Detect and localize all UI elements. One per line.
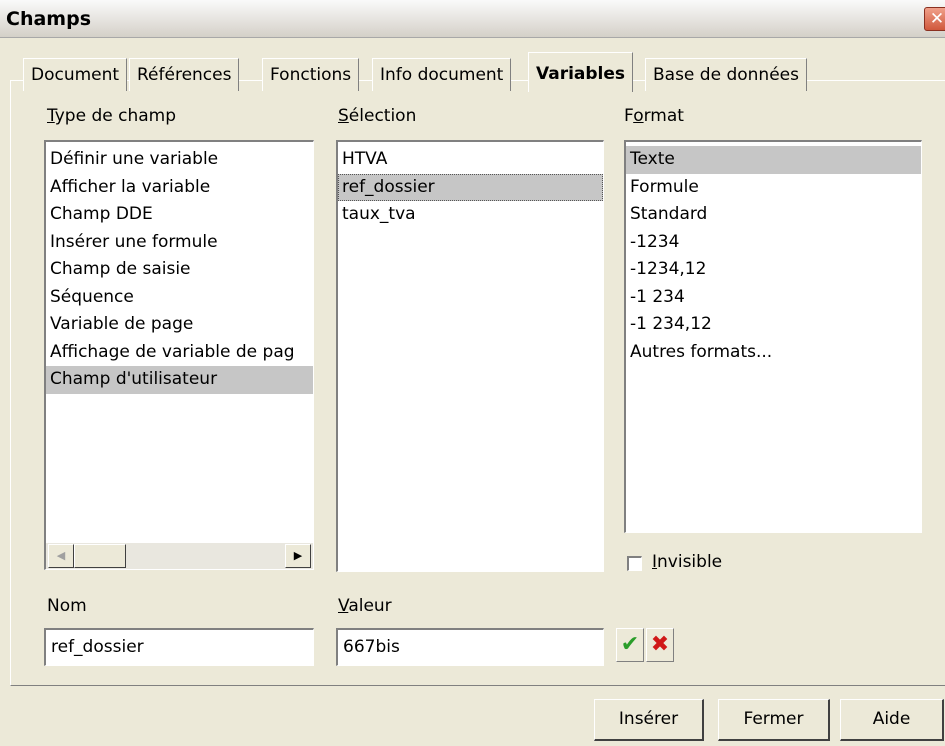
valeur-field[interactable]: 667bis [336, 628, 604, 666]
nom-field[interactable]: ref_dossier [44, 628, 314, 666]
list-item[interactable]: Définir une variable [46, 146, 313, 174]
horizontal-scrollbar[interactable]: ◀ ▶ [46, 543, 313, 569]
tab-base-de-donnees[interactable]: Base de données [645, 58, 807, 91]
delete-value-button[interactable]: ✖ [646, 628, 674, 662]
title-bar: Champs ✕ [0, 0, 945, 38]
invisible-checkbox[interactable] [627, 556, 642, 571]
list-item[interactable]: Insérer une formule [46, 229, 313, 257]
list-item[interactable]: -1234,12 [626, 256, 921, 284]
list-item-selected[interactable]: Champ d'utilisateur [46, 366, 313, 394]
list-item[interactable]: Afficher la variable [46, 174, 313, 202]
list-item[interactable]: -1234 [626, 229, 921, 257]
apply-value-button[interactable]: ✔ [616, 628, 644, 662]
window-title: Champs [6, 8, 91, 30]
scroll-thumb[interactable] [74, 544, 126, 568]
close-window-button[interactable]: ✕ [924, 7, 945, 31]
scroll-right-button[interactable]: ▶ [285, 544, 311, 568]
tab-document[interactable]: Document [23, 58, 128, 91]
insert-button[interactable]: Insérer [594, 699, 704, 741]
list-item[interactable]: Variable de page [46, 311, 313, 339]
list-item-selected[interactable]: Texte [626, 146, 921, 174]
close-button[interactable]: Fermer [718, 699, 830, 741]
list-item[interactable]: Autres formats... [626, 339, 921, 367]
tab-references[interactable]: Références [129, 58, 240, 91]
format-list[interactable]: Texte Formule Standard -1234 -1234,12 -1… [624, 140, 922, 533]
arrow-left-icon: ◀ [56, 549, 66, 562]
nom-label: Nom [47, 596, 87, 616]
type-de-champ-list[interactable]: Définir une variable Afficher la variabl… [44, 140, 314, 570]
list-item[interactable]: Affichage de variable de pag [46, 339, 313, 367]
tab-variables[interactable]: Variables [528, 52, 634, 92]
tab-fonctions[interactable]: Fonctions [262, 58, 360, 91]
list-item[interactable]: taux_tva [338, 201, 603, 229]
list-item-selected[interactable]: ref_dossier [338, 173, 603, 201]
scroll-left-button[interactable]: ◀ [48, 544, 74, 568]
format-label: Format [624, 106, 684, 126]
list-item[interactable]: -1 234,12 [626, 311, 921, 339]
selection-label: Sélection [338, 106, 417, 126]
close-icon: ✕ [929, 9, 945, 29]
list-item[interactable]: Champ de saisie [46, 256, 313, 284]
list-item[interactable]: Champ DDE [46, 201, 313, 229]
checkmark-icon: ✔ [620, 632, 640, 657]
type-de-champ-label: Type de champ [47, 106, 177, 126]
selection-list[interactable]: HTVA ref_dossier taux_tva [336, 140, 604, 572]
delete-x-icon: ✖ [650, 632, 670, 657]
help-button[interactable]: Aide [840, 699, 944, 741]
valeur-label: Valeur [338, 596, 392, 616]
tab-info-document[interactable]: Info document [372, 58, 512, 91]
list-item[interactable]: -1 234 [626, 284, 921, 312]
arrow-right-icon: ▶ [293, 549, 303, 562]
invisible-label[interactable]: Invisible [652, 552, 722, 572]
list-item[interactable]: Formule [626, 174, 921, 202]
list-item[interactable]: HTVA [338, 146, 603, 174]
list-item[interactable]: Standard [626, 201, 921, 229]
list-item[interactable]: Séquence [46, 284, 313, 312]
